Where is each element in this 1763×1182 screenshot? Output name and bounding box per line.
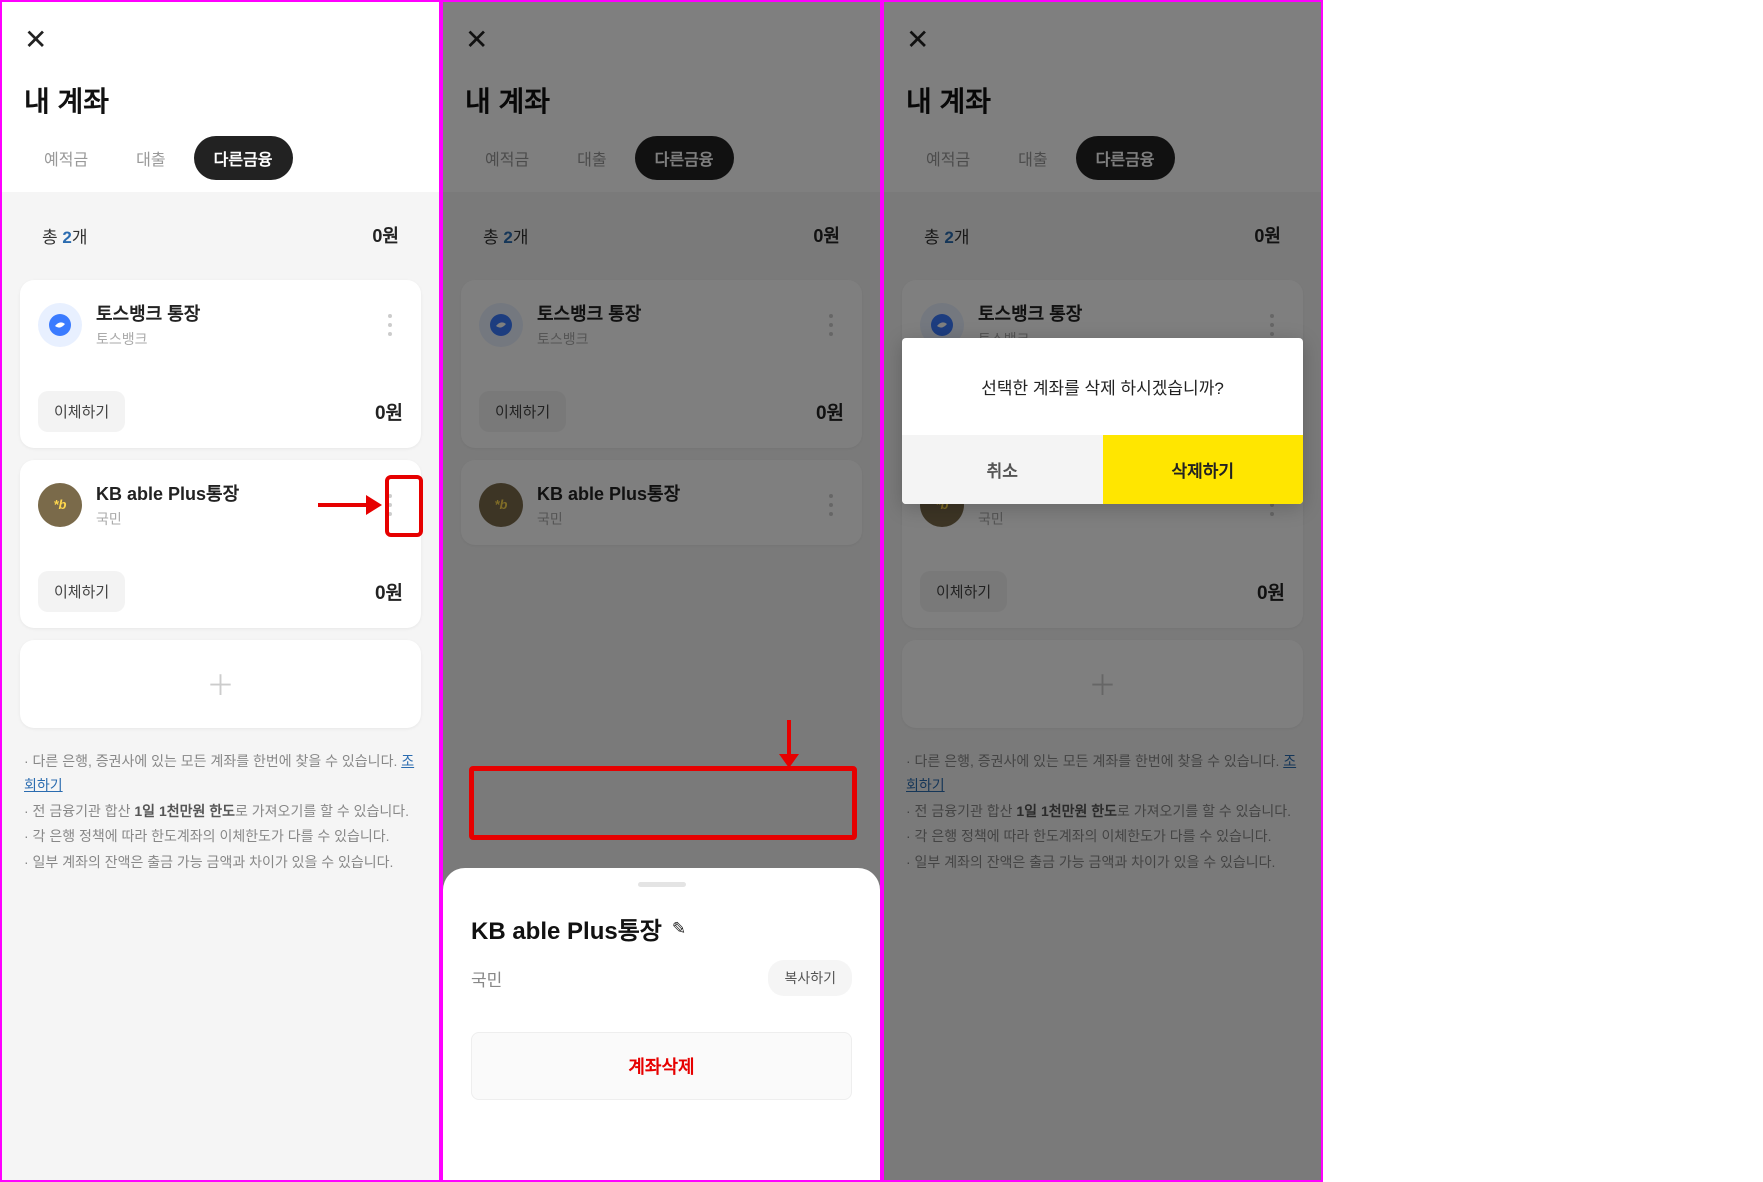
account-card-toss: 토스뱅크 통장 토스뱅크 이체하기 0원: [461, 280, 862, 448]
more-icon[interactable]: [377, 308, 403, 342]
summary-count: 총 2개: [42, 223, 87, 248]
tab-loans[interactable]: 대출: [998, 136, 1067, 180]
summary-count: 총 2개: [483, 223, 528, 248]
more-icon[interactable]: [1259, 308, 1285, 342]
close-icon[interactable]: ✕: [24, 26, 47, 54]
toss-bank-icon: [479, 303, 523, 347]
lookup-link[interactable]: 조회하기: [906, 753, 1296, 793]
confirm-delete-button[interactable]: 삭제하기: [1103, 435, 1304, 504]
plus-icon: ＋: [206, 664, 234, 704]
summary-count: 총 2개: [924, 223, 969, 248]
summary-amount: 0원: [1254, 222, 1281, 248]
account-balance: 0원: [375, 578, 403, 605]
delete-account-button[interactable]: 계좌삭제: [471, 1032, 852, 1100]
toss-bank-icon: [38, 303, 82, 347]
dialog-message: 선택한 계좌를 삭제 하시겠습니까?: [902, 338, 1303, 435]
annotation-redbox: [469, 766, 857, 840]
account-name: 토스뱅크 통장: [537, 300, 804, 326]
more-icon[interactable]: [818, 308, 844, 342]
account-bank-label: 국민: [537, 509, 804, 529]
tab-other-finance[interactable]: 다른금융: [635, 136, 734, 180]
summary-amount: 0원: [372, 222, 399, 248]
footer-notes: · 다른 은행, 증권사에 있는 모든 계좌를 한번에 찾을 수 있습니다. 조…: [884, 750, 1321, 875]
close-icon[interactable]: ✕: [465, 26, 488, 54]
account-card-kb: *b KB able Plus통장 국민 이체하기 0원: [20, 460, 421, 628]
cancel-button[interactable]: 취소: [902, 435, 1103, 504]
transfer-button[interactable]: 이체하기: [38, 391, 125, 432]
add-account-button[interactable]: ＋: [20, 640, 421, 728]
tab-other-finance[interactable]: 다른금융: [1076, 136, 1175, 180]
account-name: 토스뱅크 통장: [96, 300, 363, 326]
transfer-button[interactable]: 이체하기: [479, 391, 566, 432]
edit-icon[interactable]: ✎: [672, 919, 686, 939]
sheet-handle[interactable]: [638, 882, 686, 887]
kb-bank-icon: *b: [479, 483, 523, 527]
tab-other-finance[interactable]: 다른금융: [194, 136, 293, 180]
plus-icon: ＋: [1088, 664, 1116, 704]
kb-bank-icon: *b: [38, 483, 82, 527]
tabs: 예적금 대출 다른금융: [884, 136, 1321, 202]
page-title: 내 계좌: [2, 62, 439, 136]
account-bank-label: 국민: [96, 509, 363, 529]
account-bank-label: 국민: [978, 509, 1245, 529]
screen-1: ✕ 내 계좌 예적금 대출 다른금융 총 2개 0원 토스뱅크 통장 토스뱅크: [0, 0, 441, 1182]
sheet-bank-label: 국민: [471, 966, 502, 991]
summary-card: 총 2개 0원: [461, 202, 862, 268]
summary-card: 총 2개 0원: [20, 202, 421, 268]
screen-2: ✕ 내 계좌 예적금 대출 다른금융 총 2개 0원 토스뱅크 통장 토스뱅크: [441, 0, 882, 1182]
close-icon[interactable]: ✕: [906, 26, 929, 54]
account-name: 토스뱅크 통장: [978, 300, 1245, 326]
bottom-sheet: KB able Plus통장 ✎ 국민 복사하기 계좌삭제: [443, 868, 880, 1180]
account-balance: 0원: [816, 398, 844, 425]
annotation-arrow-icon: [776, 718, 802, 768]
footer-notes: · 다른 은행, 증권사에 있는 모든 계좌를 한번에 찾을 수 있습니다. 조…: [2, 750, 439, 875]
account-bank-label: 토스뱅크: [537, 329, 804, 349]
transfer-button[interactable]: 이체하기: [920, 571, 1007, 612]
screen-3: ✕ 내 계좌 예적금 대출 다른금융 총 2개 0원 토스뱅크 통장 토스뱅크: [882, 0, 1323, 1182]
tab-loans[interactable]: 대출: [116, 136, 185, 180]
tab-deposits[interactable]: 예적금: [24, 136, 108, 180]
tab-deposits[interactable]: 예적금: [465, 136, 549, 180]
page-title: 내 계좌: [443, 62, 880, 136]
more-icon[interactable]: [818, 488, 844, 522]
confirm-dialog: 선택한 계좌를 삭제 하시겠습니까? 취소 삭제하기: [902, 338, 1303, 504]
tabs: 예적금 대출 다른금융: [2, 136, 439, 202]
account-name: KB able Plus통장: [96, 480, 363, 506]
account-name: KB able Plus통장: [537, 480, 804, 506]
tab-deposits[interactable]: 예적금: [906, 136, 990, 180]
tab-loans[interactable]: 대출: [557, 136, 626, 180]
account-card-toss: 토스뱅크 통장 토스뱅크 이체하기 0원: [20, 280, 421, 448]
tabs: 예적금 대출 다른금융: [443, 136, 880, 202]
transfer-button[interactable]: 이체하기: [38, 571, 125, 612]
account-balance: 0원: [375, 398, 403, 425]
sheet-title: KB able Plus통장: [471, 911, 662, 946]
account-balance: 0원: [1257, 578, 1285, 605]
summary-card: 총 2개 0원: [902, 202, 1303, 268]
account-bank-label: 토스뱅크: [96, 329, 363, 349]
more-icon[interactable]: [377, 488, 403, 522]
add-account-button[interactable]: ＋: [902, 640, 1303, 728]
copy-button[interactable]: 복사하기: [768, 960, 852, 996]
account-card-kb: *b KB able Plus통장 국민: [461, 460, 862, 545]
page-title: 내 계좌: [884, 62, 1321, 136]
summary-amount: 0원: [813, 222, 840, 248]
